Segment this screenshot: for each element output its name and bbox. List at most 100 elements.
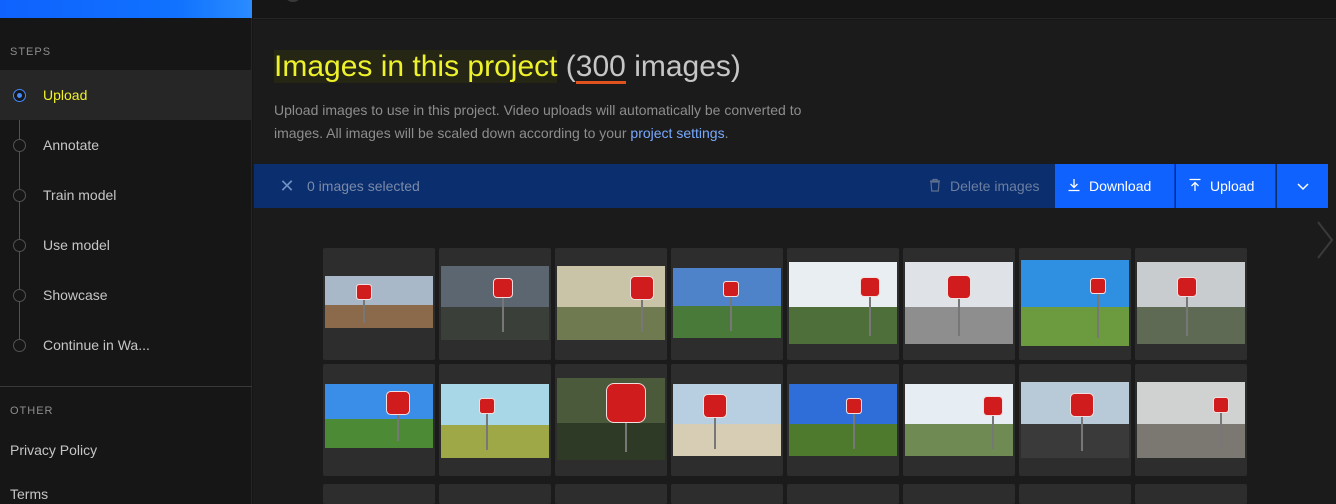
- image-thumbnail[interactable]: [671, 248, 783, 360]
- upload-button[interactable]: Upload: [1176, 164, 1276, 208]
- upload-label: Upload: [1210, 178, 1255, 194]
- brand-bar: [0, 0, 252, 18]
- step-label: Continue in Wa...: [43, 337, 150, 353]
- chevron-right-icon[interactable]: [1314, 218, 1336, 262]
- download-icon: [1067, 178, 1081, 195]
- thumbnail-image: [325, 384, 433, 448]
- stop-sign-icon: [1070, 393, 1094, 417]
- delete-images-button[interactable]: Delete images: [922, 164, 1054, 208]
- thumbnail-image: [1021, 382, 1129, 458]
- stop-sign-icon: [723, 281, 739, 297]
- image-thumbnail[interactable]: [1019, 248, 1131, 360]
- image-thumbnail[interactable]: [1019, 484, 1131, 504]
- image-thumbnail[interactable]: [787, 484, 899, 504]
- stop-sign-icon: [386, 391, 410, 415]
- delete-images-label: Delete images: [950, 178, 1040, 194]
- page-title-text: Images in this project: [274, 50, 558, 83]
- step-use-model[interactable]: Use model: [0, 220, 252, 270]
- thumbnail-ground: [789, 307, 897, 344]
- stop-sign-icon: [479, 398, 495, 414]
- steps-section-title: STEPS: [10, 46, 52, 58]
- close-icon[interactable]: ✕: [278, 176, 296, 196]
- thumbnail-ground: [441, 425, 549, 458]
- stop-sign-icon: [1213, 397, 1229, 413]
- image-thumbnail[interactable]: [323, 364, 435, 476]
- page-title-suffix: images): [625, 50, 741, 83]
- thumbnail-image: [441, 384, 549, 458]
- stop-sign-icon: [860, 277, 880, 297]
- image-thumbnail[interactable]: [671, 484, 783, 504]
- sidebar-divider: [0, 386, 252, 387]
- thumbnail-sky: [789, 384, 897, 424]
- step-continue[interactable]: Continue in Wa...: [0, 320, 252, 370]
- thumbnail-ground: [1021, 307, 1129, 346]
- thumbnail-ground: [905, 424, 1013, 456]
- step-circle-icon: [13, 288, 26, 302]
- thumbnail-ground: [673, 424, 781, 456]
- top-header-bar: [253, 0, 1336, 19]
- image-thumbnail[interactable]: [323, 248, 435, 360]
- step-showcase[interactable]: Showcase: [0, 270, 252, 320]
- image-thumbnail[interactable]: [555, 364, 667, 476]
- thumbnail-ground: [1021, 424, 1129, 458]
- image-thumbnail[interactable]: [903, 248, 1015, 360]
- step-label: Train model: [43, 187, 117, 203]
- thumbnail-ground: [325, 419, 433, 448]
- terms-link[interactable]: Terms: [10, 486, 48, 502]
- selection-count: 0 images selected: [307, 178, 420, 194]
- thumbnail-sky: [1021, 260, 1129, 307]
- step-train-model[interactable]: Train model: [0, 170, 252, 220]
- thumbnail-ground: [1137, 424, 1245, 458]
- upload-options-dropdown[interactable]: [1277, 164, 1328, 208]
- step-circle-icon: [13, 338, 26, 352]
- image-thumbnail[interactable]: [555, 484, 667, 504]
- image-thumbnail[interactable]: [323, 484, 435, 504]
- image-thumbnail[interactable]: [1019, 364, 1131, 476]
- thumbnail-image: [789, 262, 897, 344]
- image-thumbnail[interactable]: [439, 248, 551, 360]
- thumbnail-image: [441, 266, 549, 340]
- trash-icon: [928, 178, 942, 195]
- download-button[interactable]: Download: [1055, 164, 1175, 208]
- privacy-policy-link[interactable]: Privacy Policy: [10, 442, 97, 458]
- thumbnail-image: [789, 384, 897, 456]
- sidebar: STEPS Upload Annotate Train model Use mo…: [0, 0, 252, 504]
- other-section-title: OTHER: [10, 405, 54, 417]
- image-thumbnail[interactable]: [671, 364, 783, 476]
- page-title-open: (: [557, 50, 576, 83]
- step-circle-icon: [13, 138, 26, 152]
- step-annotate[interactable]: Annotate: [0, 120, 252, 170]
- stop-sign-icon: [493, 278, 513, 298]
- image-thumbnail[interactable]: [903, 364, 1015, 476]
- image-thumbnail[interactable]: [555, 248, 667, 360]
- thumbnail-sky: [673, 384, 781, 424]
- step-upload[interactable]: Upload: [0, 70, 252, 120]
- stop-sign-icon: [983, 396, 1003, 416]
- image-thumbnail[interactable]: [1135, 364, 1247, 476]
- step-label: Annotate: [43, 137, 100, 153]
- image-thumbnail[interactable]: [787, 248, 899, 360]
- thumbnail-image: [1021, 260, 1129, 346]
- thumbnail-ground: [789, 424, 897, 456]
- image-thumbnail[interactable]: [439, 484, 551, 504]
- upload-icon: [1188, 178, 1202, 195]
- image-thumbnail[interactable]: [439, 364, 551, 476]
- page-title: Images in this project (300 images): [274, 50, 741, 84]
- download-label: Download: [1089, 178, 1152, 194]
- project-settings-link[interactable]: project settings: [630, 125, 724, 141]
- image-thumbnail[interactable]: [1135, 484, 1247, 504]
- thumbnail-image: [673, 268, 781, 338]
- image-thumbnail[interactable]: [903, 484, 1015, 504]
- step-circle-icon: [13, 238, 26, 252]
- thumbnail-image: [673, 384, 781, 456]
- stop-sign-icon: [606, 383, 646, 423]
- step-label: Showcase: [43, 287, 108, 303]
- image-thumbnail[interactable]: [1135, 248, 1247, 360]
- image-thumbnail[interactable]: [787, 364, 899, 476]
- step-label: Use model: [43, 237, 110, 253]
- stop-sign-icon: [1177, 277, 1197, 297]
- stop-sign-icon: [846, 398, 862, 414]
- stop-sign-icon: [356, 284, 372, 300]
- page-description: Upload images to use in this project. Vi…: [274, 99, 854, 145]
- thumbnail-image: [905, 262, 1013, 344]
